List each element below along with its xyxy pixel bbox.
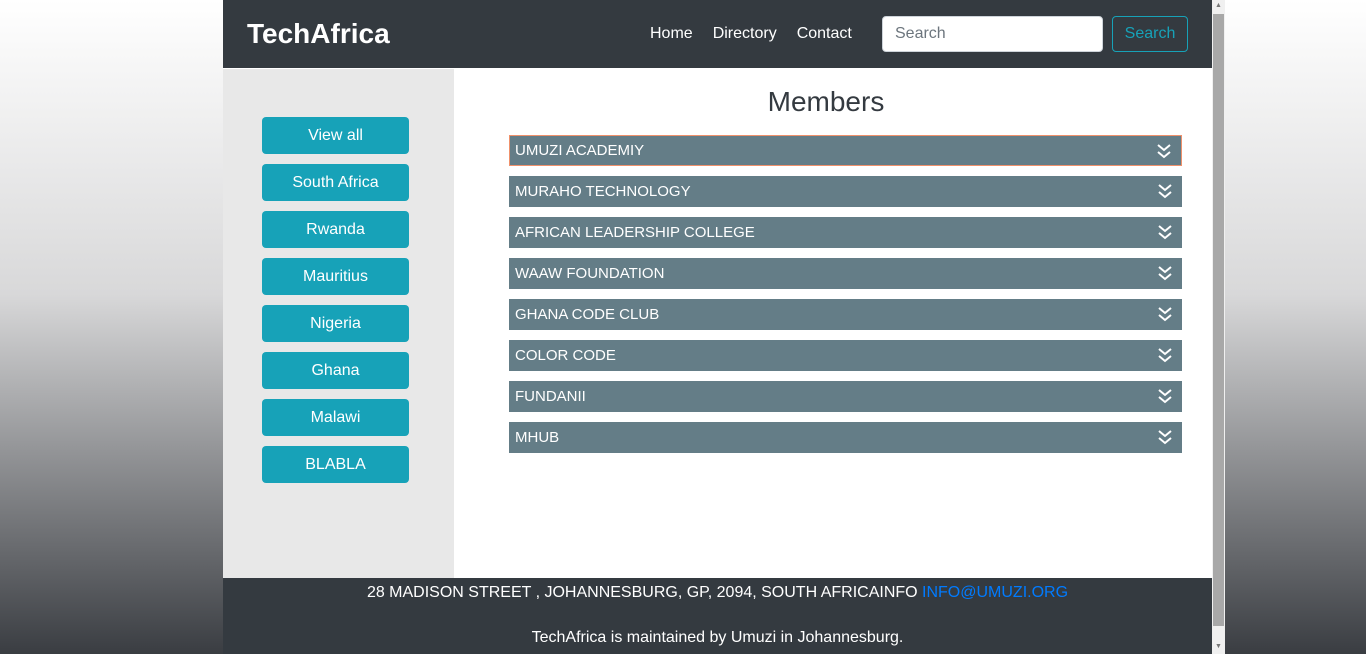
member-name: GHANA CODE CLUB [515, 306, 660, 323]
footer-maintained: TechAfrica is maintained by Umuzi in Joh… [531, 629, 904, 646]
filter-button-nigeria[interactable]: Nigeria [262, 305, 409, 342]
member-accordion-item[interactable]: WAAW FOUNDATION [509, 258, 1182, 289]
member-accordion-item[interactable]: GHANA CODE CLUB [509, 299, 1182, 330]
navbar: TechAfrica Home Directory Contact Search [223, 0, 1212, 68]
filter-button-ghana[interactable]: Ghana [262, 352, 409, 389]
member-accordion-item[interactable]: FUNDANII [509, 381, 1182, 412]
nav-links: Home Directory Contact [650, 25, 852, 43]
nav-contact[interactable]: Contact [797, 25, 852, 43]
member-accordion-item[interactable]: COLOR CODE [509, 340, 1182, 371]
double-chevron-down-icon[interactable] [1158, 347, 1172, 363]
nav-directory[interactable]: Directory [713, 25, 777, 43]
footer-email-link[interactable]: INFO@UMUZI.ORG [922, 584, 1068, 601]
double-chevron-down-icon[interactable] [1158, 183, 1172, 199]
member-name: MURAHO TECHNOLOGY [515, 183, 691, 200]
member-name: FUNDANII [515, 388, 586, 405]
member-accordion-item[interactable]: UMUZI ACADEMIY [509, 135, 1182, 166]
double-chevron-down-icon[interactable] [1157, 143, 1171, 159]
search-input[interactable] [882, 16, 1103, 52]
scroll-down-icon[interactable]: ▼ [1215, 643, 1222, 650]
page-title: Members [767, 86, 885, 117]
brand-logo[interactable]: TechAfrica [247, 18, 390, 50]
nav-home[interactable]: Home [650, 25, 693, 43]
member-name: WAAW FOUNDATION [515, 265, 665, 282]
filter-button-rwanda[interactable]: Rwanda [262, 211, 409, 248]
filter-button-malawi[interactable]: Malawi [262, 399, 409, 436]
filter-button-south-africa[interactable]: South Africa [262, 164, 409, 201]
search-button[interactable]: Search [1112, 16, 1188, 52]
scrollbar[interactable]: ▲ ▼ [1212, 0, 1225, 654]
filter-button-mauritius[interactable]: Mauritius [262, 258, 409, 295]
double-chevron-down-icon[interactable] [1158, 224, 1172, 240]
double-chevron-down-icon[interactable] [1158, 429, 1172, 445]
footer-address-line: 28 MADISON STREET , JOHANNESBURG, GP, 20… [223, 584, 1212, 602]
page: TechAfrica Home Directory Contact Search… [223, 0, 1212, 654]
double-chevron-down-icon[interactable] [1158, 265, 1172, 281]
double-chevron-down-icon[interactable] [1158, 388, 1172, 404]
filter-button-blabla[interactable]: BLABLA [262, 446, 409, 483]
double-chevron-down-icon[interactable] [1158, 306, 1172, 322]
member-accordion-item[interactable]: AFRICAN LEADERSHIP COLLEGE [509, 217, 1182, 248]
member-name: AFRICAN LEADERSHIP COLLEGE [515, 224, 755, 241]
member-name: COLOR CODE [515, 347, 616, 364]
member-accordion-item[interactable]: MURAHO TECHNOLOGY [509, 176, 1182, 207]
member-name: MHUB [515, 429, 560, 446]
sidebar: View all South Africa Rwanda Mauritius Niger… [223, 69, 454, 578]
footer: 28 MADISON STREET , JOHANNESBURG, GP, 20… [223, 578, 1212, 654]
member-name: UMUZI ACADEMIY [515, 142, 645, 159]
scrollbar-thumb[interactable] [1213, 14, 1224, 626]
member-accordion-item[interactable]: MHUB [509, 422, 1182, 453]
scroll-up-icon[interactable]: ▲ [1215, 2, 1222, 9]
members-section: Members UMUZI ACADEMIY MURAHO TECHNOLOGY A… [454, 69, 1212, 578]
footer-address: 28 MADISON STREET , JOHANNESBURG, GP, 20… [366, 584, 923, 601]
filter-button-view-all[interactable]: View all [262, 117, 409, 154]
